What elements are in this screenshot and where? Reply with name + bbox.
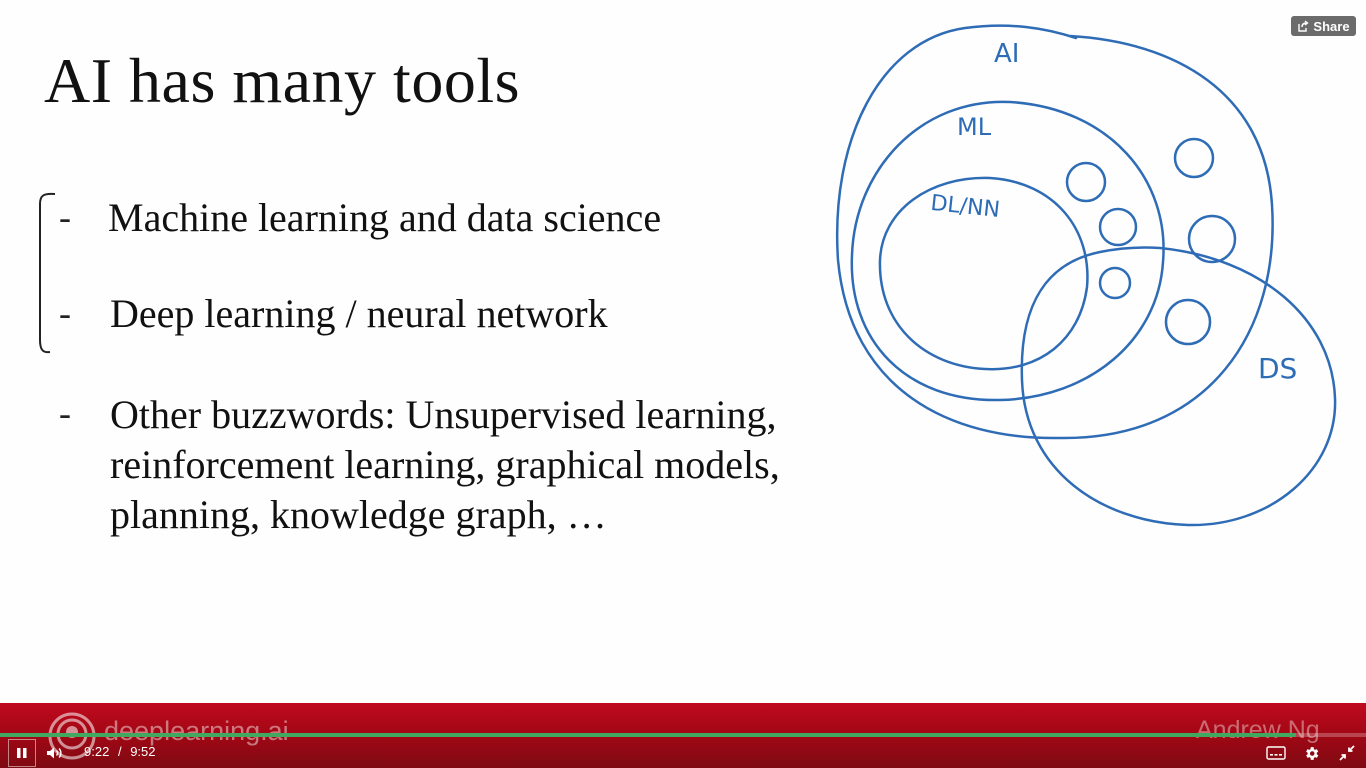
tool-circle — [1173, 137, 1215, 179]
settings-gear-icon — [1305, 746, 1318, 760]
volume-icon — [47, 747, 62, 759]
duration: 9:52 — [130, 744, 156, 759]
bullet-machine-learning: Machine learning and data science — [108, 195, 662, 240]
bullet-dash: - — [59, 197, 71, 237]
buzzwords-line-2: reinforcement learning, graphical models… — [110, 442, 780, 487]
ml-label: ML — [957, 113, 992, 141]
current-time: 9:22 — [84, 744, 110, 759]
buzzwords-line-3: planning, knowledge graph, … — [110, 492, 607, 537]
pause-button[interactable] — [8, 739, 36, 767]
dl-label: DL/NN — [929, 191, 1001, 223]
ai-label: AI — [994, 39, 1019, 69]
captions-button[interactable] — [1264, 739, 1288, 767]
bracket-mark — [39, 192, 56, 354]
share-label: Share — [1313, 18, 1350, 34]
tool-circle — [1187, 214, 1237, 264]
slide-title: AI has many tools — [44, 45, 520, 116]
tool-circle — [1164, 298, 1212, 346]
bullet-dash: - — [59, 393, 71, 433]
bullet-dash: - — [59, 293, 71, 333]
video-frame[interactable]: AI has many tools - Machine learning and… — [0, 0, 1366, 703]
buzzwords-line-1: Other buzzwords: Unsupervised learning, — [110, 392, 777, 437]
tool-circle — [1098, 207, 1138, 247]
captions-icon — [1266, 746, 1286, 760]
progress-bar[interactable] — [0, 733, 1366, 737]
ds-label: DS — [1258, 352, 1297, 385]
bullet-deep-learning: Deep learning / neural network — [110, 291, 608, 336]
volume-button[interactable] — [42, 739, 68, 767]
brand-name: deeplearning.ai — [104, 716, 289, 746]
tool-circle — [1098, 266, 1132, 300]
time-separator: / — [117, 744, 122, 759]
share-icon — [1298, 20, 1310, 32]
venn-diagram: AI ML DL/NN DS — [835, 24, 1337, 527]
settings-button[interactable] — [1298, 739, 1324, 767]
progress-fill — [0, 733, 1297, 737]
ml-circle — [850, 100, 1165, 402]
pause-icon — [17, 748, 27, 758]
exit-fullscreen-button[interactable] — [1334, 739, 1360, 767]
bullet-other-buzzwords: Other buzzwords: Unsupervised learning, … — [110, 390, 780, 540]
share-button[interactable]: Share — [1291, 16, 1356, 36]
time-display: 9:22 / 9:52 — [84, 744, 156, 759]
exit-fullscreen-icon — [1339, 745, 1355, 761]
ai-circle — [835, 24, 1274, 440]
tool-circle — [1065, 161, 1107, 203]
